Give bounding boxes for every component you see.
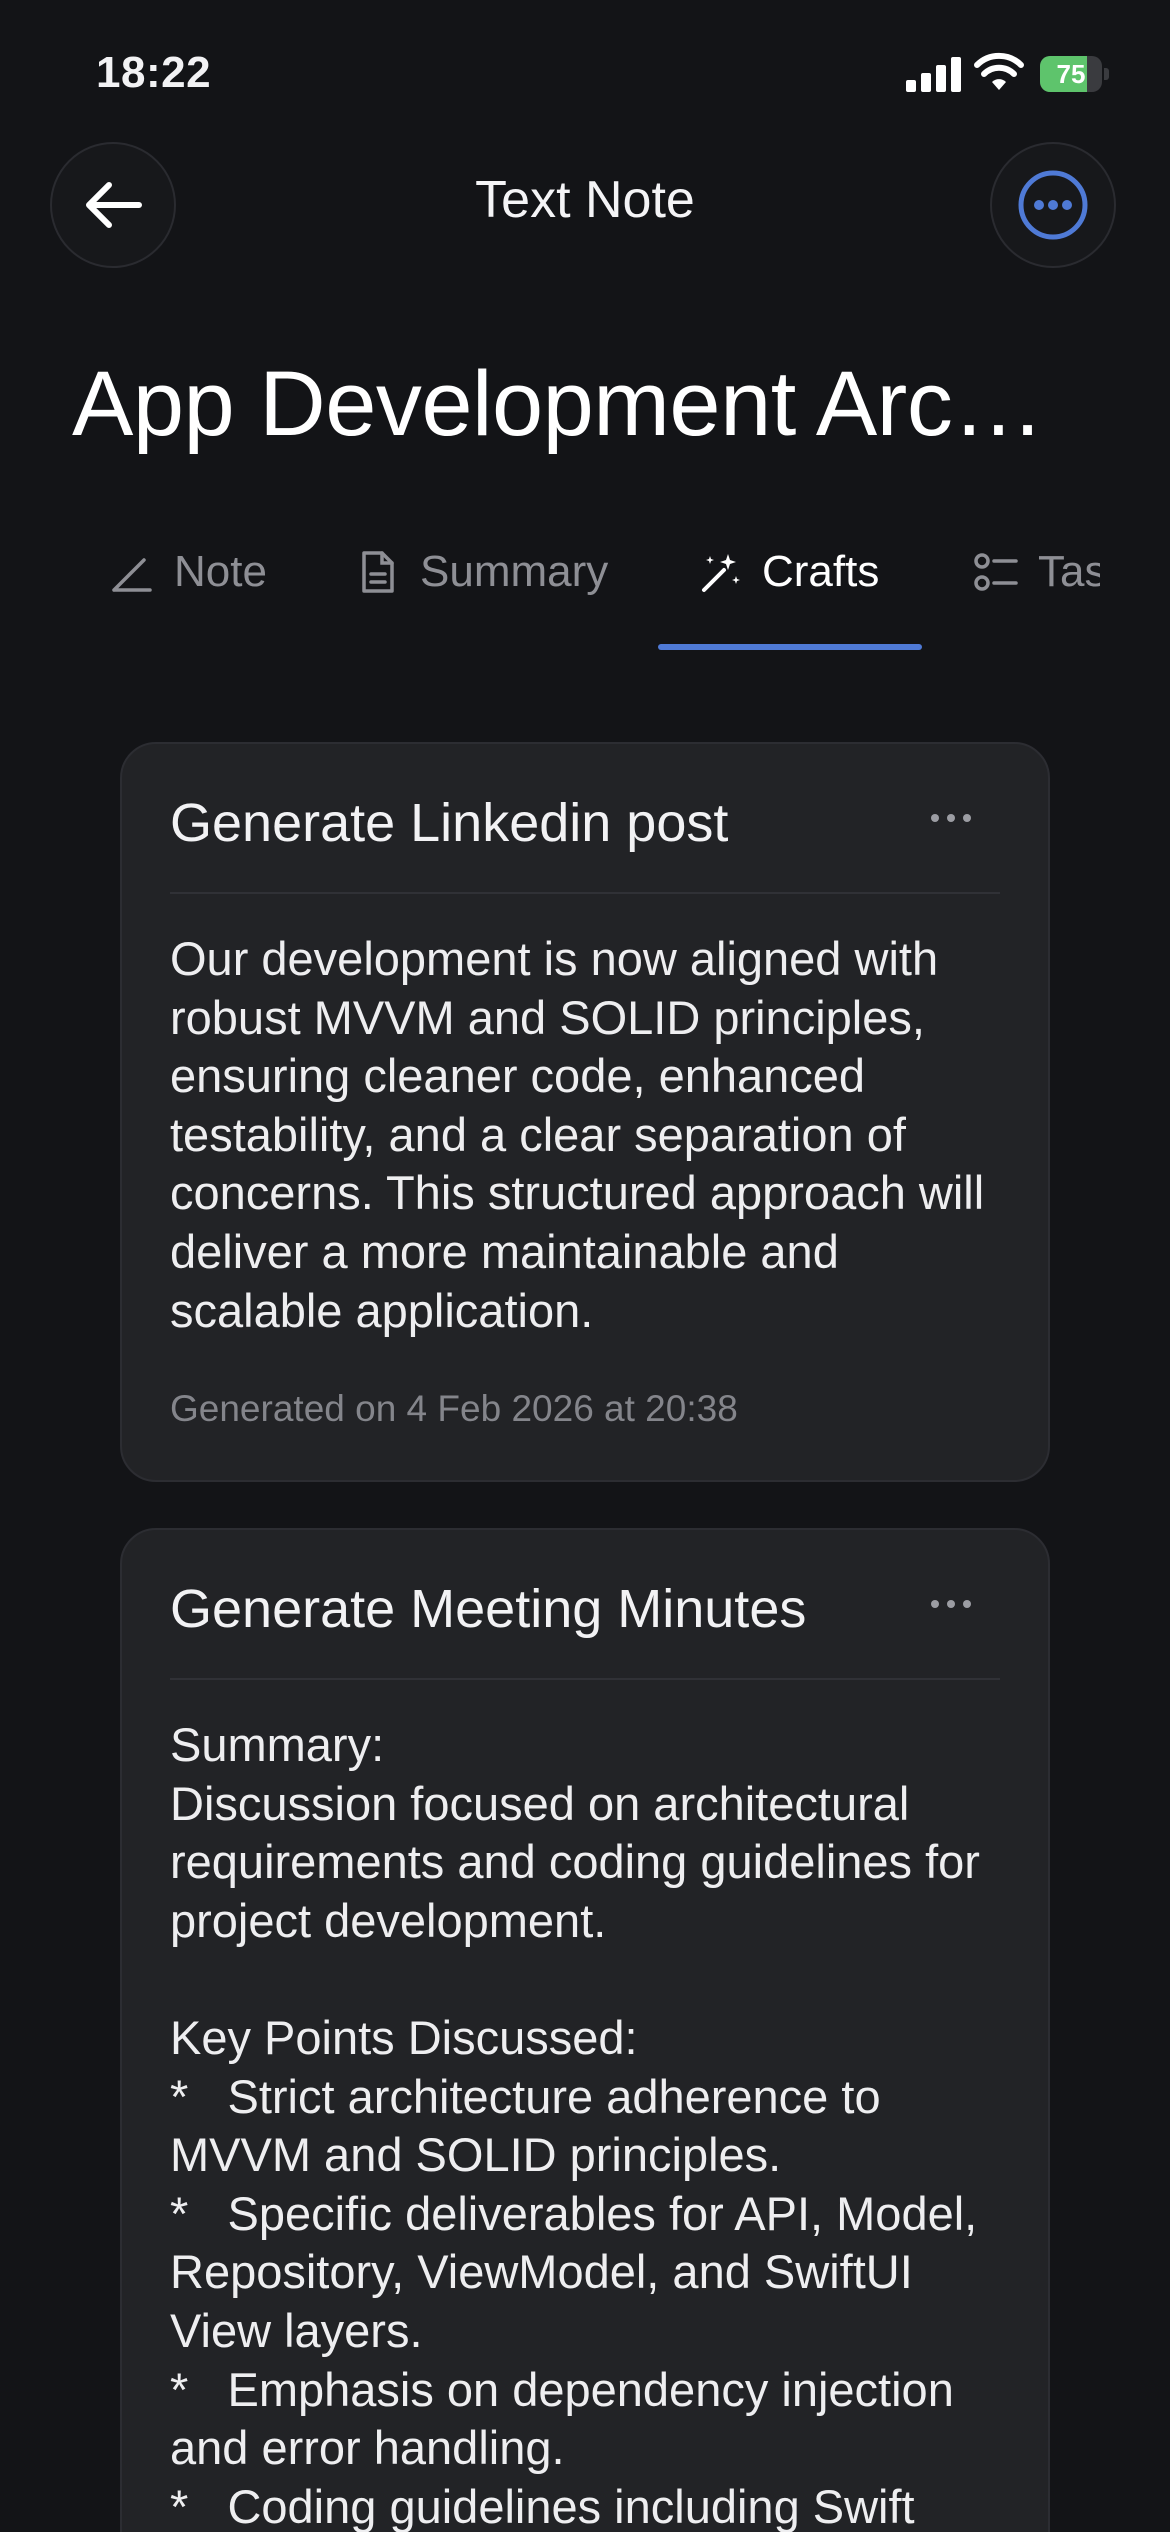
tab-summary[interactable]: Summary (356, 544, 608, 644)
active-tab-indicator (658, 644, 922, 650)
ellipsis-icon[interactable] (926, 1584, 976, 1624)
tab-tasks-label: Tasks (1038, 547, 1100, 596)
battery-cap (1104, 68, 1109, 80)
note-title: App Development Architecture (72, 353, 1092, 455)
more-options-button[interactable] (990, 142, 1116, 268)
craft-body: Summary: Discussion focused on architect… (170, 1718, 980, 2532)
tab-note-label: Note (174, 547, 267, 596)
tab-crafts[interactable]: Crafts (698, 544, 879, 644)
craft-card-header: Generate Meeting Minutes (170, 1530, 1000, 1680)
craft-card[interactable]: Generate Meeting Minutes Summary: Discus… (120, 1528, 1050, 2532)
battery-indicator: 75 (1040, 56, 1110, 92)
checklist-icon (974, 553, 1018, 591)
magic-wand-icon (702, 554, 740, 592)
ellipsis-icon[interactable] (926, 798, 976, 838)
ellipsis-circle-icon (1018, 170, 1088, 240)
craft-generated-date: Generated on 4 Feb 2026 at 20:38 (170, 1388, 738, 1429)
cellular-signal-icon (906, 57, 961, 92)
craft-card[interactable]: Generate Linkedin post Our development i… (120, 742, 1050, 1482)
screen: 18:22 75 Text Note App Development Archi… (0, 0, 1170, 2532)
tab-bar: Note Summary Crafts Tasks (0, 520, 1100, 650)
tab-summary-label: Summary (420, 547, 609, 596)
wifi-icon (974, 52, 1024, 90)
status-time: 18:22 (96, 48, 212, 97)
pencil-icon (112, 558, 152, 592)
battery-body: 75 (1040, 56, 1102, 92)
battery-level: 75 (1056, 59, 1086, 89)
tab-tasks[interactable]: Tasks (974, 544, 1100, 644)
document-icon (362, 551, 394, 593)
craft-title: Generate Linkedin post (170, 793, 729, 853)
tab-crafts-label: Crafts (762, 547, 880, 596)
craft-body: Our development is now aligned with robu… (170, 932, 998, 1337)
tab-note[interactable]: Note (110, 544, 267, 644)
craft-title: Generate Meeting Minutes (170, 1579, 807, 1639)
status-bar: 18:22 75 (0, 0, 1170, 140)
craft-card-header: Generate Linkedin post (170, 744, 1000, 894)
